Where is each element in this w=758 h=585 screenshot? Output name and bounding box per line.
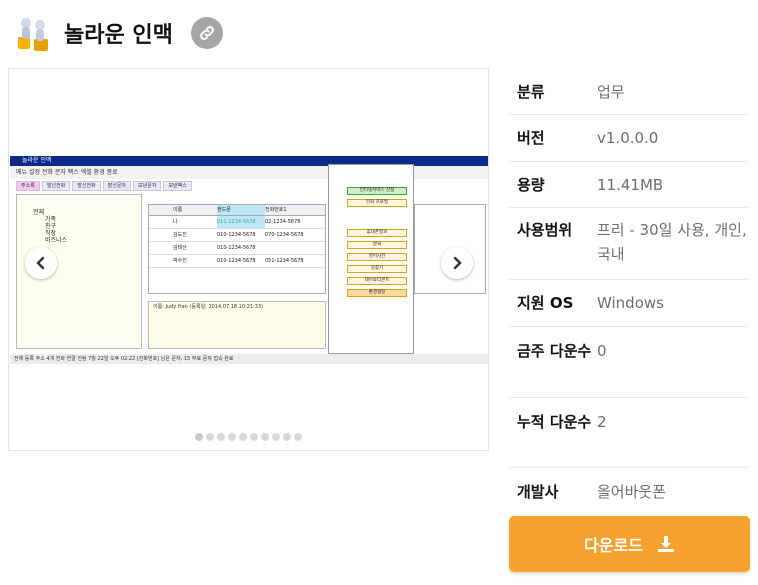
info-row-version: 버전 v1.0.0.0 [509, 115, 749, 162]
grid-cell: 070-1234-5678 [265, 232, 304, 238]
screenshot-tab: 발신전화 [72, 181, 101, 191]
info-label: 누적 다운수 [517, 413, 592, 431]
screenshot-tab: 보낸팩스 [163, 181, 192, 191]
gallery-dot[interactable] [261, 433, 269, 441]
screenshot-memo: 이름: Judy Han (등록일: 2014.07.18 10:21:33) [148, 301, 326, 349]
grid-cell [265, 242, 321, 254]
grid-cell: 051-1234-5678 [265, 258, 304, 264]
info-value: 0 [597, 342, 607, 360]
info-value: 프리 - 30일 사용, 개인, 국내 [597, 221, 747, 263]
gallery-dot[interactable] [228, 433, 236, 441]
popup-item: 날씨 [347, 241, 407, 249]
popup-item: 테이쇼티콘트 [347, 277, 407, 285]
info-value: Windows [597, 294, 664, 312]
info-label: 금주 다운수 [517, 342, 592, 360]
screenshot-side-popup: 인터넷서비스 신청 전화 프로필 휴대폰정보 날씨 영어사전 길찾기 테이쇼티콘… [328, 164, 414, 354]
info-label: 지원 OS [517, 294, 574, 312]
popup-item: 환경설정 [347, 289, 407, 297]
download-button[interactable]: 다운로드 [509, 516, 750, 572]
screenshot-status-bar: 전체 등록 주소 4개 전화 연결 안됨 7월 22일 오후 02:22 [전화… [10, 354, 488, 364]
tree-item: 비즈니스 [45, 237, 68, 244]
gallery-dot[interactable] [206, 433, 214, 441]
screenshot-tab: 주소록 [16, 181, 40, 191]
info-value: 업무 [597, 83, 625, 101]
app-info-table: 분류 업무 버전 v1.0.0.0 용량 11.41MB 사용범위 프리 - 3… [509, 68, 749, 515]
chevron-right-icon [453, 256, 462, 270]
tree-item: 직장 [45, 230, 57, 237]
info-value: 올어바웃폰 [597, 483, 667, 501]
info-value: 11.41MB [597, 176, 664, 194]
popup-item: 전화 프로필 [347, 199, 407, 207]
app-logo-icon [14, 13, 52, 53]
screenshot-gallery: 놀라운 인맥 메뉴 설정 전화 문자 팩스 엑셀 환경 종료 주소록 발신전화 … [8, 68, 489, 451]
tree-item: 전체 [33, 209, 45, 216]
tree-item: 친구 [45, 223, 57, 230]
info-row-developer: 개발사 올어바웃폰 [509, 468, 749, 515]
gallery-dot[interactable] [283, 433, 291, 441]
screenshot-tab: 보낸문자 [133, 181, 162, 191]
grid-cell: 010-1234-5678 [217, 245, 256, 251]
app-screenshot: 놀라운 인맥 메뉴 설정 전화 문자 팩스 엑셀 환경 종료 주소록 발신전화 … [10, 156, 488, 368]
info-value: v1.0.0.0 [597, 129, 659, 147]
link-icon [200, 26, 214, 40]
popup-item: 휴대폰정보 [347, 229, 407, 237]
grid-header: 이름 [173, 207, 183, 213]
grid-cell: 나 [173, 219, 178, 225]
info-row-category: 분류 업무 [509, 68, 749, 115]
gallery-dot[interactable] [239, 433, 247, 441]
download-icon [657, 536, 674, 552]
info-label: 분류 [517, 83, 545, 101]
info-row-size: 용량 11.41MB [509, 162, 749, 208]
screenshot-tab: 발신문자 [102, 181, 132, 191]
chevron-left-icon [36, 256, 45, 270]
grid-header: 핸드폰 [217, 205, 265, 215]
grid-cell: 김태산 [173, 245, 187, 251]
grid-cell: 011-1234-5678 [217, 216, 265, 228]
grid-cell: 박수진 [173, 258, 187, 264]
popup-item: 길찾기 [347, 265, 407, 273]
grid-cell: 02-1234-5678 [265, 219, 301, 225]
gallery-dot[interactable] [217, 433, 225, 441]
popup-item: 영어사전 [347, 253, 407, 261]
info-label: 개발사 [517, 483, 559, 501]
info-row-os: 지원 OS Windows [509, 280, 749, 327]
info-label: 용량 [517, 176, 545, 194]
gallery-dot[interactable] [272, 433, 280, 441]
gallery-next-button[interactable] [441, 247, 473, 279]
grid-cell: 010-1234-5678 [217, 258, 256, 264]
screenshot-title-bar: 놀라운 인맥 [10, 156, 488, 166]
grid-cell: 010-1234-5678 [217, 232, 256, 238]
info-label: 버전 [517, 129, 545, 147]
gallery-pagination [9, 433, 488, 441]
app-title: 놀라운 인맥 [64, 23, 173, 48]
popup-item: 인터넷서비스 신청 [347, 187, 407, 195]
info-row-total-downloads: 누적 다운수 2 [509, 398, 749, 468]
gallery-dot[interactable] [195, 433, 203, 441]
tree-item: 가족 [45, 216, 57, 223]
share-link-button[interactable] [190, 17, 223, 49]
info-row-license: 사용범위 프리 - 30일 사용, 개인, 국내 [509, 208, 749, 280]
info-value: 2 [597, 413, 607, 431]
screenshot-menu-bar: 메뉴 설정 전화 문자 팩스 엑셀 환경 종료 [10, 166, 488, 179]
grid-cell: 김도진 [173, 232, 187, 238]
screenshot-tab: 발신전화 [41, 181, 71, 191]
gallery-prev-button[interactable] [25, 247, 57, 279]
download-button-label: 다운로드 [584, 536, 643, 555]
grid-header: 전화번호1 [265, 207, 287, 213]
info-row-weekly-downloads: 금주 다운수 0 [509, 327, 749, 398]
info-label: 사용범위 [517, 221, 573, 239]
app-header: 놀라운 인맥 [14, 12, 223, 54]
gallery-dot[interactable] [294, 433, 302, 441]
screenshot-tabs: 주소록 발신전화 발신전화 발신문자 보낸문자 보낸팩스 [16, 181, 192, 191]
screenshot-contact-grid: 이름 핸드폰 전화번호1 나 011-1234-5678 02-1234-567… [148, 204, 326, 294]
gallery-dot[interactable] [250, 433, 258, 441]
